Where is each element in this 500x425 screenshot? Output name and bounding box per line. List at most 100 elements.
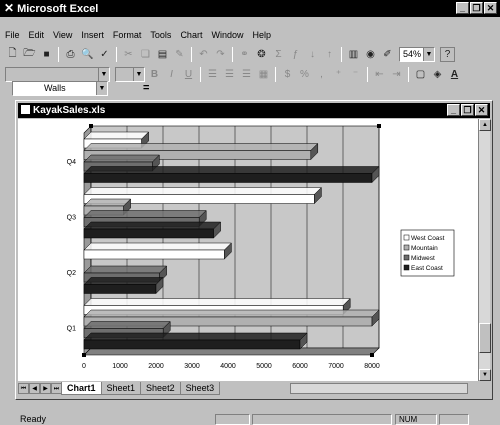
format-painter-icon[interactable]: ✎	[172, 47, 187, 62]
horizontal-scrollbar[interactable]	[290, 382, 469, 394]
first-sheet-icon[interactable]: ⏮	[18, 382, 29, 394]
menu-file[interactable]: File	[5, 27, 20, 43]
menu-view[interactable]: View	[53, 27, 72, 43]
legend-swatch	[403, 234, 410, 241]
chevron-down-icon[interactable]: ▼	[98, 67, 109, 81]
toolbar-separator	[341, 46, 342, 62]
x-tick-label: 4000	[220, 363, 236, 370]
y-category-label: Q4	[67, 159, 76, 166]
menu-tools[interactable]: Tools	[150, 27, 171, 43]
chart-wizard-icon[interactable]: ▥	[346, 47, 361, 62]
restore-icon[interactable]: ❐	[470, 2, 483, 14]
tab-chart1[interactable]: Chart1	[61, 381, 102, 395]
menu-help[interactable]: Help	[252, 27, 271, 43]
chart-sheet[interactable]: 0 1000 2000 3000 4000 5000 6000 7000 8000 Q1 Q2 Q3 Q…	[18, 119, 478, 381]
bar-top	[83, 198, 132, 207]
status-panel	[215, 414, 250, 425]
legend-label: West Coast	[411, 235, 445, 242]
legend-label: Midwest	[411, 255, 435, 262]
formula-equals: =	[143, 82, 150, 94]
redo-icon[interactable]: ↷	[213, 47, 228, 62]
toolbar-separator	[232, 46, 233, 62]
toolbar-separator	[58, 46, 59, 62]
restore-icon[interactable]: ❐	[461, 104, 474, 116]
zoom-select[interactable]: 54% ▼	[399, 46, 435, 62]
open-icon[interactable]: 🗁	[22, 47, 37, 62]
menu-format[interactable]: Format	[113, 27, 142, 43]
sort-descending-icon[interactable]: ↑	[322, 47, 337, 62]
paste-icon[interactable]: ▤	[155, 47, 170, 62]
minimize-icon[interactable]: _	[456, 2, 469, 14]
bar-top	[83, 332, 308, 341]
legend-label: Mountain	[411, 245, 438, 252]
scroll-down-icon[interactable]: ▼	[479, 369, 491, 381]
x-tick-label: 6000	[292, 363, 308, 370]
bar-top	[83, 298, 351, 306]
num-lock-text: NUM	[399, 415, 418, 424]
bar-top	[83, 143, 319, 151]
chevron-down-icon[interactable]: ▼	[423, 47, 434, 61]
vertical-scrollbar[interactable]: ▲ ▼	[478, 119, 491, 381]
name-box[interactable]: Walls ▼	[12, 81, 108, 96]
scroll-up-icon[interactable]: ▲	[479, 119, 491, 131]
print-preview-icon[interactable]: 🔍	[80, 47, 95, 62]
menu-chart[interactable]: Chart	[180, 27, 202, 43]
menu-insert[interactable]: Insert	[81, 27, 104, 43]
tab-sheet1[interactable]: Sheet1	[100, 381, 142, 395]
tab-sheet2[interactable]: Sheet2	[140, 381, 181, 395]
function-icon[interactable]: ƒ	[288, 47, 303, 62]
drawing-icon[interactable]: ✐	[380, 47, 395, 62]
y-category-label: Q1	[67, 325, 76, 332]
bar-top	[83, 210, 207, 218]
prev-sheet-icon[interactable]: ◀	[29, 382, 40, 394]
zoom-value: 54%	[403, 48, 422, 59]
save-icon[interactable]: ■	[39, 47, 54, 62]
bar-top	[83, 242, 233, 251]
web-icon[interactable]: ❂	[254, 47, 269, 62]
scroll-thumb[interactable]	[479, 323, 491, 353]
bar	[83, 228, 214, 239]
map-icon[interactable]: ◉	[363, 47, 378, 62]
minimize-icon[interactable]: _	[447, 104, 460, 116]
menu-window[interactable]: Window	[211, 27, 243, 43]
selection-handle	[377, 124, 381, 128]
selection-handle	[370, 353, 374, 357]
close-icon[interactable]: ✕	[475, 104, 488, 116]
excel-icon: ✕	[4, 1, 15, 15]
workbook-icon	[21, 105, 30, 114]
y-category-label: Q2	[67, 270, 76, 277]
x-tick-label: 8000	[364, 363, 380, 370]
chevron-down-icon[interactable]: ▼	[96, 82, 107, 95]
bar-top	[83, 154, 161, 163]
cut-icon[interactable]: ✂	[121, 47, 136, 62]
bar-top	[83, 321, 171, 329]
legend-swatch	[403, 254, 410, 261]
x-tick-label: 2000	[148, 363, 164, 370]
copy-icon[interactable]: ❏	[138, 47, 153, 62]
hyperlink-icon[interactable]: ⚭	[237, 47, 252, 62]
autosum-icon[interactable]: Σ	[271, 47, 286, 62]
x-tick-label: 3000	[184, 363, 200, 370]
undo-icon[interactable]: ↶	[196, 47, 211, 62]
tab-sheet3[interactable]: Sheet3	[179, 381, 221, 395]
help-icon[interactable]: ?	[440, 46, 455, 62]
workbook-title-bar: KayakSales.xls	[18, 103, 490, 118]
chevron-down-icon[interactable]: ▼	[133, 67, 144, 81]
formula-bar: Walls ▼ =	[0, 80, 500, 96]
bar-chart[interactable]: 0 1000 2000 3000 4000 5000 6000 7000 8000 Q1 Q2 Q3 Q…	[18, 119, 478, 381]
bar-top	[83, 309, 380, 318]
new-icon[interactable]: 🗋	[5, 47, 20, 62]
selection-handle	[82, 353, 86, 357]
close-icon[interactable]: ✕	[484, 2, 497, 14]
bar	[83, 339, 301, 350]
print-icon[interactable]: ⎙	[63, 47, 78, 62]
legend-swatch	[403, 244, 410, 251]
next-sheet-icon[interactable]: ▶	[40, 382, 51, 394]
menu-edit[interactable]: Edit	[29, 27, 45, 43]
bar-top	[83, 221, 222, 230]
bar-top	[83, 265, 168, 274]
sheet-tabs-row: ⏮ ◀ ▶ ⏭ Chart1 Sheet1 Sheet2 Sheet3	[18, 381, 490, 395]
app-title-bar: ✕ Microsoft Excel	[0, 0, 500, 17]
sort-ascending-icon[interactable]: ↓	[305, 47, 320, 62]
spelling-icon[interactable]: ✓	[97, 47, 112, 62]
